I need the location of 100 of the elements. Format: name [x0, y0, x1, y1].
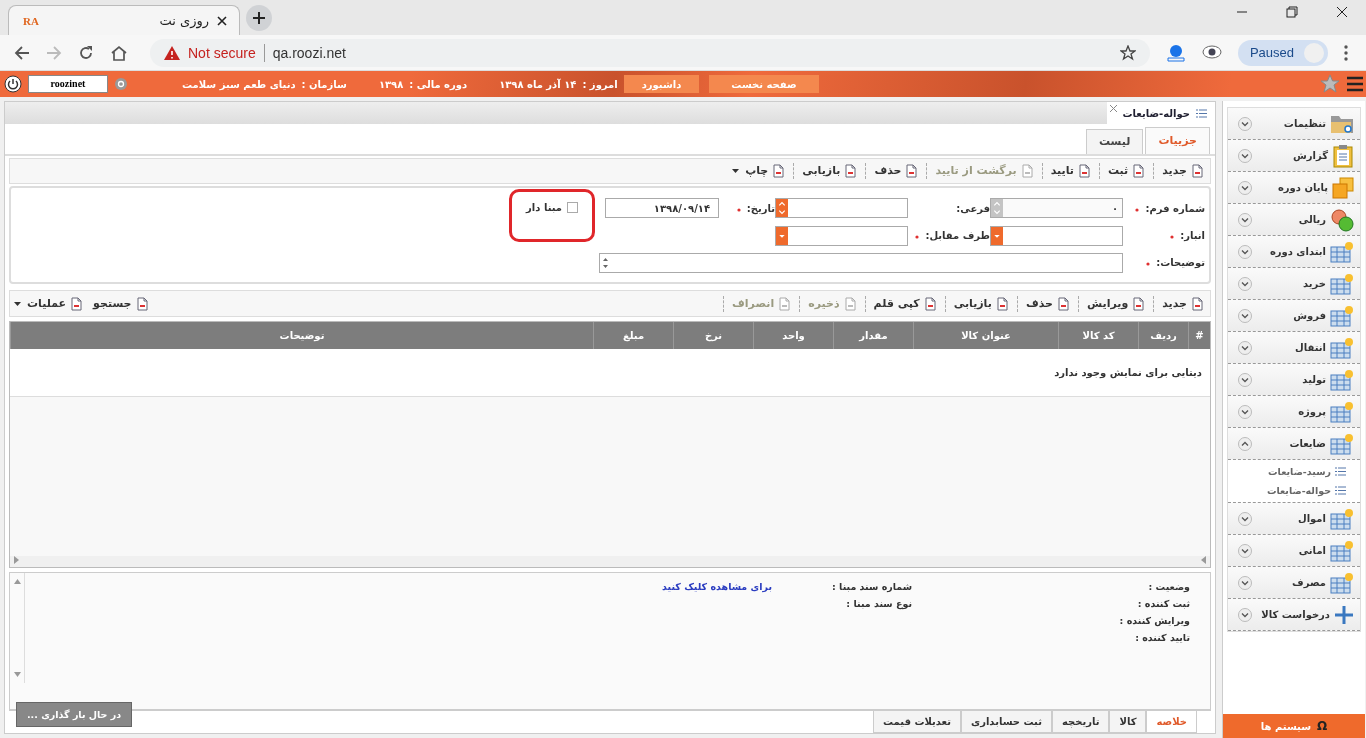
- column-header[interactable]: ردیف: [1138, 322, 1188, 349]
- extension-icon[interactable]: [1201, 44, 1222, 61]
- bottom-tab[interactable]: تعدیلات قیمت: [873, 711, 961, 733]
- caret-icon[interactable]: [14, 301, 21, 306]
- star-icon[interactable]: [1320, 74, 1340, 94]
- document-tab[interactable]: حواله-ضایعات: [1107, 102, 1215, 124]
- gear-icon[interactable]: [114, 77, 128, 91]
- sidebar-item[interactable]: تنظیمات: [1228, 108, 1360, 140]
- toolbar-button[interactable]: تایید: [1048, 163, 1093, 178]
- bottom-tab[interactable]: ثبت حسابداری: [961, 711, 1052, 733]
- scrollbar[interactable]: [10, 555, 1210, 567]
- column-header[interactable]: عنوان کالا: [913, 322, 1058, 349]
- down-arrow-icon[interactable]: [13, 672, 21, 678]
- sidebar-item[interactable]: ضایعات: [1228, 428, 1360, 460]
- extension-icon[interactable]: [1165, 43, 1186, 62]
- back-icon[interactable]: [14, 44, 30, 61]
- sidebar-item[interactable]: امانی: [1228, 535, 1360, 567]
- sidebar-item[interactable]: ابتدای دوره: [1228, 236, 1360, 268]
- bottom-tab[interactable]: کالا: [1109, 711, 1147, 733]
- sidebar-item[interactable]: مصرف: [1228, 567, 1360, 599]
- sidebar-item[interactable]: اموال: [1228, 503, 1360, 535]
- input-field[interactable]: [775, 198, 908, 219]
- resize-arrows-icon[interactable]: [600, 256, 609, 269]
- star-icon[interactable]: [1119, 44, 1136, 61]
- sidebar-item[interactable]: انتقال: [1228, 332, 1360, 364]
- menu-icon[interactable]: [1346, 76, 1364, 92]
- chevron-down-icon[interactable]: [1238, 276, 1252, 291]
- chevron-down-icon[interactable]: [1238, 308, 1252, 323]
- column-header[interactable]: نرخ: [673, 322, 753, 349]
- column-header[interactable]: #: [1188, 322, 1210, 349]
- up-arrow-icon[interactable]: [13, 578, 21, 584]
- chevron-down-icon[interactable]: [1238, 340, 1252, 355]
- view-tab[interactable]: لیست: [1085, 128, 1144, 154]
- close-icon[interactable]: [1336, 5, 1348, 18]
- submenu-item[interactable]: حواله-ضایعات: [1228, 481, 1360, 500]
- right-arrow-icon[interactable]: [14, 555, 19, 564]
- toolbar-button[interactable]: ثبت: [1105, 163, 1148, 178]
- close-icon[interactable]: [217, 15, 227, 26]
- input-field[interactable]: [775, 225, 908, 246]
- toolbar-button[interactable]: بازیابی: [800, 163, 860, 178]
- sidebar-item[interactable]: گزارش: [1228, 140, 1360, 172]
- chevron-down-icon[interactable]: [1238, 148, 1252, 163]
- sidebar-item[interactable]: خرید: [1228, 268, 1360, 300]
- toolbar-button[interactable]: بازیابی: [951, 296, 1011, 311]
- reload-icon[interactable]: [78, 44, 94, 61]
- column-header[interactable]: کد کالا: [1058, 322, 1138, 349]
- sidebar-item[interactable]: درخواست کالا: [1228, 599, 1360, 631]
- security-label: Not secure: [188, 44, 256, 61]
- toolbar-button[interactable]: جستجو: [91, 296, 151, 311]
- column-header[interactable]: مبلغ: [593, 322, 673, 349]
- home-icon[interactable]: [110, 44, 128, 61]
- chevron-down-icon[interactable]: [1238, 212, 1252, 227]
- chevron-down-icon[interactable]: [1238, 116, 1252, 131]
- toolbar-button[interactable]: حذف: [1023, 296, 1072, 311]
- left-arrow-icon[interactable]: [1201, 555, 1206, 564]
- sidebar-item[interactable]: پایان دوره: [1228, 172, 1360, 204]
- dropdown-icon[interactable]: [776, 226, 788, 245]
- sidebar-item[interactable]: تولید: [1228, 364, 1360, 396]
- chevron-down-icon[interactable]: [1238, 180, 1252, 195]
- input-field[interactable]: [599, 252, 1123, 273]
- toolbar-button[interactable]: عملیات: [25, 296, 86, 311]
- sidebar-item[interactable]: ریالی: [1228, 204, 1360, 236]
- power-icon[interactable]: [4, 75, 22, 93]
- chevron-down-icon[interactable]: [1238, 575, 1252, 590]
- chevron-down-icon[interactable]: [1238, 244, 1252, 259]
- view-link[interactable]: برای مشاهده کلیک کنید: [662, 580, 772, 595]
- column-header[interactable]: واحد: [753, 322, 833, 349]
- toolbar-button[interactable]: ویرایش: [1084, 296, 1148, 311]
- toolbar-button[interactable]: جدید: [1160, 163, 1206, 178]
- chevron-down-icon[interactable]: [1238, 372, 1252, 387]
- dropdown-icon[interactable]: [991, 226, 1003, 245]
- bottom-tab[interactable]: تاریخچه: [1051, 711, 1110, 733]
- column-header[interactable]: توضیحات: [10, 322, 593, 349]
- profile-button[interactable]: Paused: [1237, 39, 1328, 66]
- caret-icon[interactable]: [732, 168, 740, 173]
- new-tab-icon[interactable]: [246, 5, 272, 31]
- input-field[interactable]: [990, 225, 1123, 246]
- header-value: ۱۴ آذر ماه ۱۳۹۸: [499, 78, 577, 90]
- sidebar-item[interactable]: پروژه: [1228, 396, 1360, 428]
- spinner-arrows-icon[interactable]: [776, 199, 788, 218]
- input-field[interactable]: ۱۳۹۸/۰۹/۱۴: [605, 198, 719, 219]
- column-header[interactable]: مقدار: [833, 322, 913, 349]
- chevron-down-icon[interactable]: [1238, 404, 1252, 419]
- more-icon[interactable]: [1344, 44, 1348, 61]
- toolbar-button[interactable]: کپی قلم: [871, 296, 939, 311]
- chevron-down-icon[interactable]: [1238, 511, 1252, 526]
- address-bar[interactable]: Not secure qa.roozi.net: [150, 38, 1150, 67]
- checkbox[interactable]: مبنا دار: [526, 201, 578, 213]
- chevron-down-icon[interactable]: [1238, 607, 1252, 622]
- bottom-tab[interactable]: خلاصه: [1146, 711, 1197, 733]
- sidebar-item[interactable]: فروش: [1228, 300, 1360, 332]
- restore-icon[interactable]: [1286, 5, 1298, 18]
- toolbar-button[interactable]: حذف: [872, 163, 921, 178]
- chevron-up-icon[interactable]: [1238, 436, 1252, 451]
- username-field[interactable]: roozinet: [28, 75, 108, 93]
- chevron-down-icon[interactable]: [1238, 543, 1252, 558]
- submenu-item[interactable]: رسید-ضایعات: [1228, 462, 1360, 481]
- toolbar-button[interactable]: جدید: [1160, 296, 1206, 311]
- view-tab[interactable]: جزییات: [1145, 126, 1210, 154]
- toolbar-button[interactable]: چاپ: [743, 163, 788, 178]
